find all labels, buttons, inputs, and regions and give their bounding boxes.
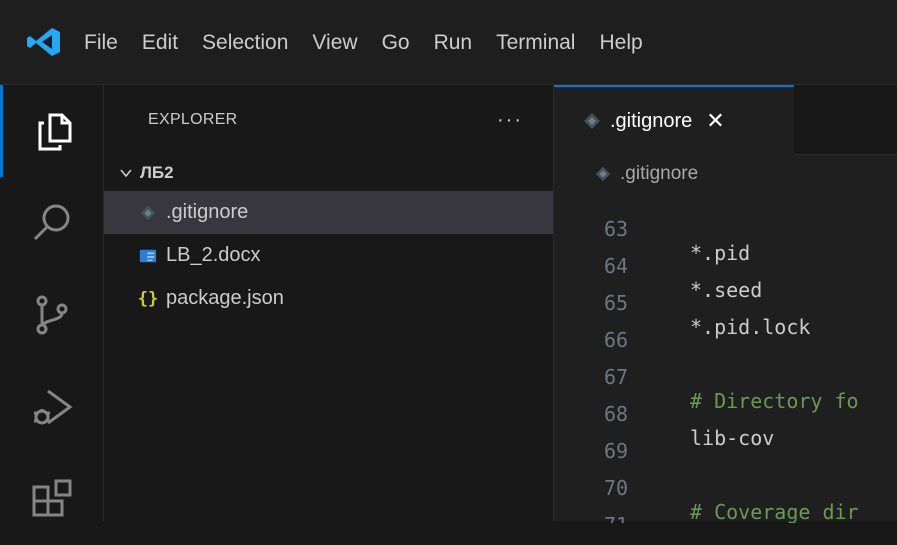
- activity-extensions[interactable]: [0, 453, 104, 545]
- code-line: 63 *.pid: [554, 193, 897, 265]
- tab-bar: .gitignore ✕: [554, 85, 897, 155]
- file-name: package.json: [166, 287, 284, 309]
- menu-file[interactable]: File: [74, 0, 130, 85]
- menu-view[interactable]: View: [300, 0, 369, 85]
- line-number: 71: [604, 513, 652, 523]
- code-line: 69: [554, 415, 897, 463]
- menu-terminal[interactable]: Terminal: [484, 0, 587, 85]
- explorer-sidebar: EXPLORER ··· ЛБ2 .gitignore LB_2.docx {}…: [104, 85, 554, 521]
- extensions-icon: [32, 479, 72, 517]
- code-line: 64 *.seed: [554, 230, 897, 302]
- code-line: 68 lib-cov: [554, 378, 897, 450]
- menu-selection[interactable]: Selection: [190, 0, 300, 85]
- activity-source-control[interactable]: [0, 269, 104, 361]
- json-icon: {}: [137, 288, 159, 309]
- run-debug-icon: [34, 389, 73, 425]
- word-doc-icon: [138, 246, 158, 266]
- menu-bar: File Edit Selection View Go Run Terminal…: [74, 0, 655, 85]
- activity-search[interactable]: [0, 177, 104, 269]
- code-line: 70 # Coverage dir: [554, 452, 897, 523]
- activity-bar: [0, 85, 104, 521]
- code-line: 67 # Directory fo: [554, 341, 897, 413]
- code-line: 65 *.pid.lock: [554, 267, 897, 339]
- chevron-down-icon: [120, 169, 132, 178]
- menu-help[interactable]: Help: [587, 0, 654, 85]
- code-line: 66: [554, 304, 897, 352]
- file-name: .gitignore: [166, 201, 249, 223]
- activity-explorer[interactable]: [0, 85, 104, 177]
- folder-name: ЛБ2: [140, 163, 174, 182]
- gitignore-icon: [584, 113, 600, 129]
- files-icon: [38, 113, 71, 151]
- gitignore-icon: [138, 203, 158, 223]
- vscode-logo-icon: [27, 28, 60, 56]
- activity-run-debug[interactable]: [0, 361, 104, 453]
- code-line: 71 coverage: [554, 489, 897, 523]
- more-actions-button[interactable]: ···: [497, 109, 523, 132]
- file-item-gitignore[interactable]: .gitignore: [104, 191, 553, 234]
- breadcrumb[interactable]: .gitignore: [554, 155, 897, 193]
- code-editor[interactable]: 63 *.pid 64 *.seed 65 *.pid.lock 66 67 #…: [554, 193, 897, 523]
- title-bar: File Edit Selection View Go Run Terminal…: [0, 0, 897, 85]
- menu-edit[interactable]: Edit: [130, 0, 190, 85]
- editor-area: .gitignore ✕ .gitignore 63 *.pid 64 *.se…: [554, 85, 897, 523]
- source-control-icon: [36, 295, 68, 335]
- folder-row[interactable]: ЛБ2: [104, 155, 553, 191]
- explorer-title: EXPLORER: [148, 111, 238, 128]
- file-name: LB_2.docx: [166, 244, 261, 266]
- close-icon[interactable]: ✕: [706, 108, 724, 134]
- explorer-header: EXPLORER ···: [104, 85, 553, 155]
- search-icon: [33, 204, 70, 241]
- menu-go[interactable]: Go: [370, 0, 422, 85]
- file-item-package-json[interactable]: {} package.json: [104, 277, 553, 320]
- tab-gitignore[interactable]: .gitignore ✕: [554, 85, 794, 155]
- gitignore-icon: [595, 166, 611, 182]
- menu-run[interactable]: Run: [422, 0, 485, 85]
- breadcrumb-file: .gitignore: [620, 163, 699, 184]
- file-item-lb2-docx[interactable]: LB_2.docx: [104, 234, 553, 277]
- tab-label: .gitignore: [610, 109, 693, 132]
